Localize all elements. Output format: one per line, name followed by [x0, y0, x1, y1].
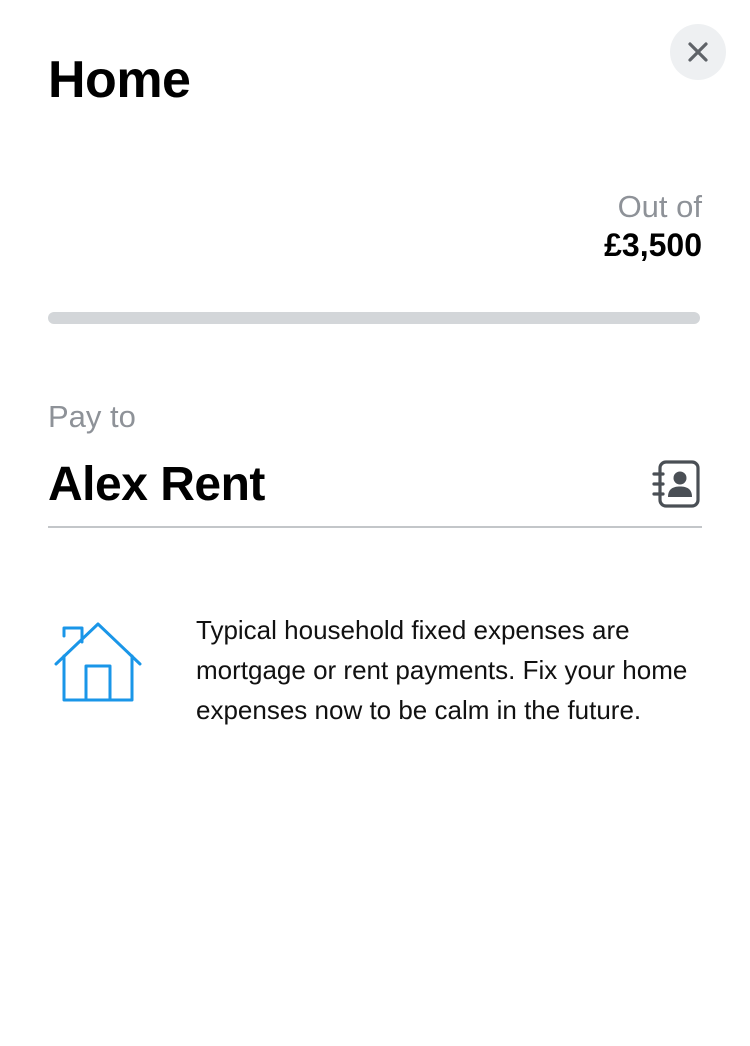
expense-category-screen: Home Out of £3,500 Pay to Alex Rent Typi… [0, 0, 750, 1046]
budget-summary: Out of £3,500 [604, 188, 702, 264]
budget-label: Out of [617, 189, 702, 224]
payee-divider [48, 526, 702, 528]
budget-amount: £3,500 [604, 227, 702, 263]
page-title: Home [48, 51, 191, 109]
close-icon [688, 42, 708, 62]
contacts-book-icon[interactable] [652, 460, 702, 508]
close-button[interactable] [670, 24, 726, 80]
payee-name[interactable]: Alex Rent [48, 456, 265, 514]
house-icon [54, 622, 142, 702]
pay-to-label: Pay to [48, 399, 136, 434]
budget-progress-bar [48, 312, 700, 324]
info-text: Typical household fixed expenses are mor… [196, 615, 688, 725]
